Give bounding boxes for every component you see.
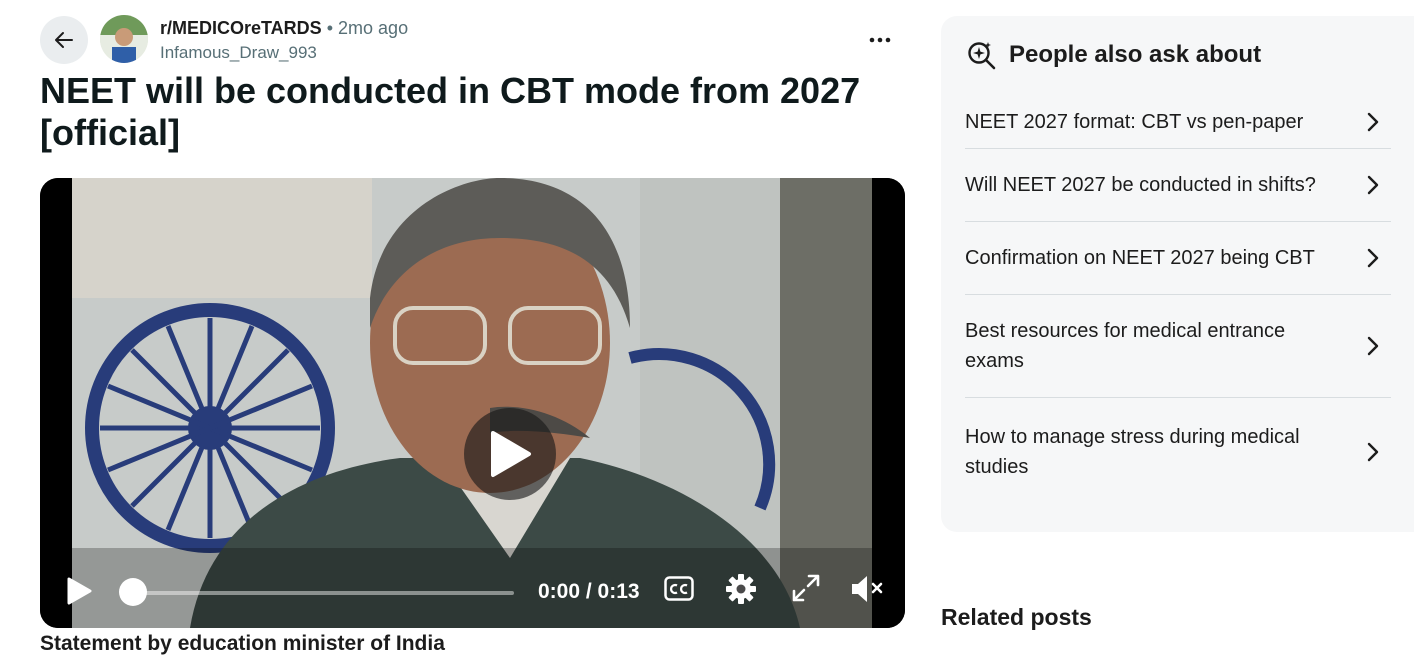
question-label: How to manage stress during medical stud… (965, 426, 1300, 478)
post-title: NEET will be conducted in CBT mode from … (40, 70, 861, 153)
question-item[interactable]: Best resources for medical entrance exam… (965, 295, 1391, 398)
arrow-left-icon (55, 32, 73, 48)
subreddit-link[interactable]: r/MEDICOreTARDS (160, 18, 322, 38)
chevron-right-icon (1367, 248, 1379, 268)
chevron-right-icon (1367, 175, 1379, 195)
question-item[interactable]: Will NEET 2027 be conducted in shifts? (965, 149, 1391, 222)
seek-handle[interactable] (119, 578, 147, 606)
play-icon (491, 431, 531, 477)
chevron-right-icon (1367, 112, 1379, 132)
expand-icon (792, 574, 820, 602)
mute-button[interactable] (849, 573, 885, 605)
question-label: NEET 2027 format: CBT vs pen-paper (965, 111, 1304, 133)
subreddit-avatar[interactable] (100, 15, 148, 63)
related-posts-heading: Related posts (941, 604, 1092, 630)
question-label: Will NEET 2027 be conducted in shifts? (965, 174, 1316, 196)
question-item[interactable]: Confirmation on NEET 2027 being CBT (965, 222, 1391, 295)
back-button[interactable] (40, 16, 88, 64)
post-time: 2mo ago (338, 18, 409, 38)
people-also-ask-header: People also ask about (967, 40, 1261, 70)
author-link[interactable]: Infamous_Draw_993 (160, 43, 317, 63)
gear-icon (726, 574, 756, 604)
chevron-right-icon (1367, 336, 1379, 356)
closed-captions-icon (664, 576, 694, 601)
settings-button[interactable] (725, 573, 757, 605)
muted-speaker-icon (852, 576, 883, 602)
video-player[interactable]: 0:00 / 0:13 (40, 178, 905, 628)
sparkle-search-icon (968, 42, 996, 70)
play-button[interactable] (62, 575, 94, 607)
fullscreen-button[interactable] (791, 573, 821, 603)
people-also-ask-title: People also ask about (1009, 41, 1262, 68)
chevron-right-icon (1367, 442, 1379, 462)
question-label: Best resources for medical entrance exam… (965, 320, 1286, 372)
captions-button[interactable] (664, 576, 694, 602)
video-time: 0:00 / 0:13 (538, 580, 640, 603)
question-label: Confirmation on NEET 2027 being CBT (965, 247, 1315, 269)
video-controls: 0:00 / 0:13 (40, 558, 905, 628)
play-icon (67, 577, 92, 605)
post-caption: Statement by education minister of India (40, 632, 445, 655)
people-also-ask-panel: People also ask about NEET 2027 format: … (941, 16, 1414, 532)
more-options-button[interactable] (860, 22, 900, 58)
question-item[interactable]: NEET 2027 format: CBT vs pen-paper (965, 96, 1391, 149)
big-play-button[interactable] (464, 408, 556, 500)
question-item[interactable]: How to manage stress during medical stud… (965, 398, 1391, 506)
post-meta: r/MEDICOreTARDS • 2mo ago (160, 18, 408, 39)
meta-separator: • (326, 18, 334, 38)
more-horizontal-icon (869, 37, 891, 43)
seek-bar[interactable] (133, 591, 514, 595)
